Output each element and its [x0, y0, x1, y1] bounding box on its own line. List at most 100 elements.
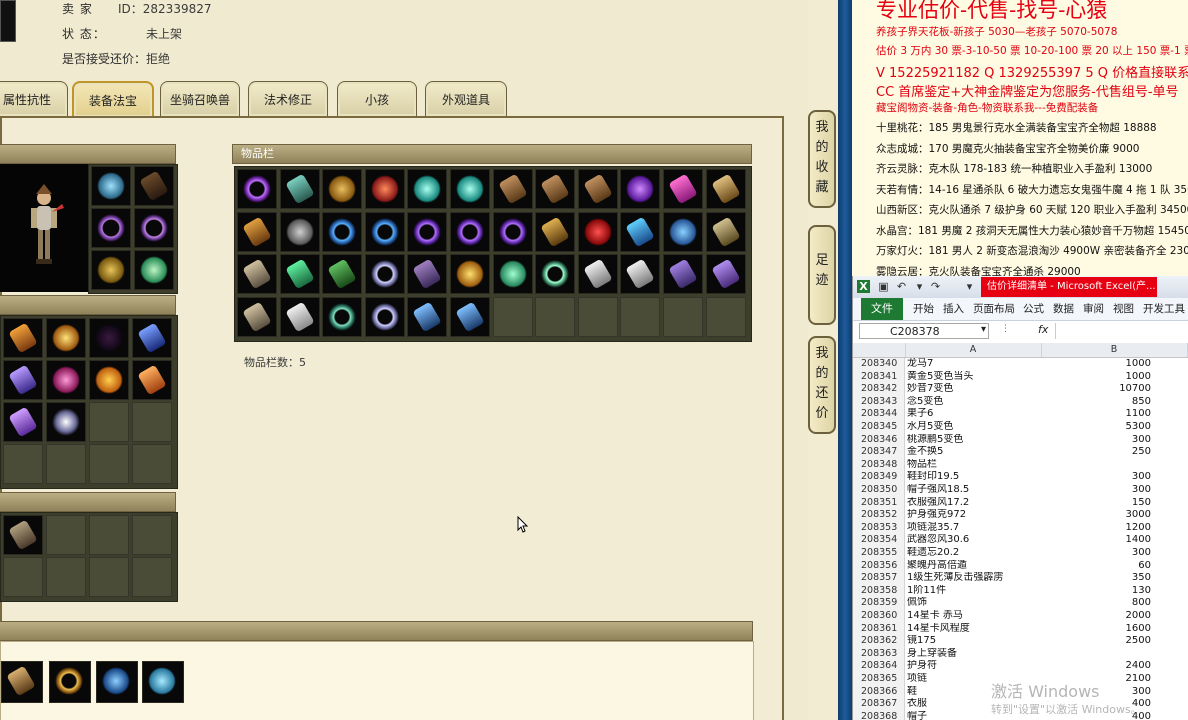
box3-slot[interactable] [3, 515, 43, 555]
cell-price[interactable]: 1100 [1041, 408, 1151, 421]
inventory-item[interactable] [407, 254, 448, 295]
bottom-item-helmet[interactable] [142, 661, 184, 703]
inventory-item[interactable] [407, 296, 448, 337]
inventory-item[interactable] [364, 169, 405, 209]
row-number[interactable]: 208341 [853, 370, 905, 384]
equip-slot-ring-1[interactable] [91, 208, 131, 248]
row-number[interactable]: 208356 [853, 559, 905, 573]
cell-price[interactable]: 2400 [1041, 660, 1151, 673]
cell-item-name[interactable]: 身上穿装备 [905, 648, 1043, 661]
inventory-item[interactable] [364, 296, 405, 337]
row-number[interactable]: 208360 [853, 610, 905, 623]
inventory-item[interactable] [663, 254, 703, 295]
inventory-item[interactable] [407, 169, 448, 209]
cell-item-name[interactable]: 水月5变色 [905, 421, 1043, 434]
inventory-item[interactable] [577, 211, 618, 252]
inventory-item[interactable] [577, 254, 618, 295]
cell-price[interactable]: 300 [1041, 471, 1151, 484]
cell-price[interactable]: 300 [1041, 434, 1151, 447]
inventory-item[interactable] [705, 169, 746, 209]
bottom-item-ring[interactable] [49, 661, 91, 703]
inventory-item[interactable] [407, 211, 448, 252]
row-number[interactable]: 208364 [853, 660, 905, 673]
cell-item-name[interactable]: 果子6 [905, 408, 1043, 421]
cell-price[interactable]: 350 [1041, 572, 1151, 585]
inventory-item[interactable] [322, 254, 363, 295]
row-number[interactable]: 208340 [853, 358, 905, 371]
cell-item-name[interactable]: 桃源鹏5变色 [905, 434, 1043, 447]
row-number[interactable]: 208349 [853, 471, 905, 484]
row-number[interactable]: 208344 [853, 408, 905, 421]
cell-price[interactable]: 150 [1041, 497, 1151, 510]
dropdown-icon[interactable]: ▾ [913, 280, 926, 293]
cell-item-name[interactable]: 鞋封印19.5 [905, 471, 1043, 484]
cell-item-name[interactable]: 镜175 [905, 635, 1043, 648]
row-number[interactable]: 208366 [853, 685, 905, 699]
treasure-slot[interactable] [3, 360, 43, 400]
cell-item-name[interactable]: 聚魄丹高倍遁 [905, 560, 1043, 573]
cell-item-name[interactable]: 项链混35.7 [905, 522, 1043, 535]
cell-item-name[interactable]: 1阶11件 [905, 585, 1043, 598]
file-tab[interactable]: 文件 [861, 298, 903, 320]
cell-price[interactable]: 3000 [1041, 509, 1151, 522]
cell-item-name[interactable]: 护身符 [905, 660, 1043, 673]
row-number[interactable]: 208348 [853, 458, 905, 472]
treasure-slot[interactable] [132, 318, 172, 358]
formula-input[interactable] [1055, 323, 1188, 339]
row-number[interactable]: 208361 [853, 622, 905, 636]
inventory-item[interactable] [535, 211, 576, 252]
cell-item-name[interactable]: 衣服强风17.2 [905, 497, 1043, 510]
row-number[interactable]: 208359 [853, 597, 905, 610]
cell-price[interactable]: 1400 [1041, 534, 1151, 547]
ribbon-tab-view[interactable]: 视图 [1113, 301, 1134, 316]
row-number[interactable]: 208362 [853, 635, 905, 648]
cell-price[interactable]: 2000 [1041, 610, 1151, 623]
inventory-item[interactable] [450, 296, 490, 337]
cell-price[interactable]: 850 [1041, 396, 1151, 409]
my-favorites-button[interactable]: 我的收藏 [808, 110, 836, 208]
inventory-item[interactable] [620, 254, 661, 295]
cell-price[interactable]: 1600 [1041, 623, 1151, 636]
cell-item-name[interactable]: 物品栏 [905, 459, 1043, 472]
row-number[interactable]: 208351 [853, 496, 905, 510]
cell-price[interactable]: 1000 [1041, 371, 1151, 384]
cell-item-name[interactable]: 龙马7 [905, 358, 1043, 371]
ribbon-tab-formulas[interactable]: 公式 [1023, 301, 1044, 316]
inventory-item[interactable] [535, 254, 576, 295]
cell-item-name[interactable]: 14星卡风程度 [905, 623, 1043, 636]
inventory-item[interactable] [535, 169, 576, 209]
cell-item-name[interactable]: 护身强克972 [905, 509, 1043, 522]
row-number[interactable]: 208353 [853, 521, 905, 535]
equip-slot-orb[interactable] [134, 250, 174, 290]
inventory-item[interactable] [705, 211, 746, 252]
name-box[interactable]: C208378 [859, 323, 989, 339]
row-number[interactable]: 208347 [853, 446, 905, 459]
cell-price[interactable]: 300 [1041, 547, 1151, 560]
cell-price[interactable]: 300 [1041, 484, 1151, 497]
cell-item-name[interactable]: 鞋遗忘20.2 [905, 547, 1043, 560]
row-number[interactable]: 208363 [853, 647, 905, 661]
row-number[interactable]: 208354 [853, 534, 905, 547]
bottom-item-armor[interactable] [96, 661, 138, 703]
treasure-slot[interactable] [3, 318, 43, 358]
row-number[interactable]: 208342 [853, 383, 905, 396]
cell-item-name[interactable]: 武器忽风30.6 [905, 534, 1043, 547]
inventory-item[interactable] [663, 211, 703, 252]
cell-price[interactable]: 250 [1041, 446, 1151, 459]
cell-price[interactable]: 60 [1041, 560, 1151, 573]
inventory-item[interactable] [322, 296, 363, 337]
inventory-item[interactable] [364, 211, 405, 252]
save-icon[interactable]: ▣ [877, 280, 890, 293]
inventory-item[interactable] [322, 169, 363, 209]
treasure-slot[interactable] [89, 360, 129, 400]
row-number[interactable]: 208350 [853, 484, 905, 497]
inventory-item[interactable] [279, 211, 320, 252]
inventory-item[interactable] [663, 169, 703, 209]
row-number[interactable]: 208368 [853, 710, 905, 720]
column-header-a[interactable]: A [905, 343, 1042, 357]
inventory-item[interactable] [279, 296, 320, 337]
inventory-item[interactable] [492, 169, 533, 209]
treasure-slot[interactable] [46, 402, 86, 442]
my-bargain-button[interactable]: 我的还价 [808, 336, 836, 434]
cell-price[interactable]: 5300 [1041, 421, 1151, 434]
